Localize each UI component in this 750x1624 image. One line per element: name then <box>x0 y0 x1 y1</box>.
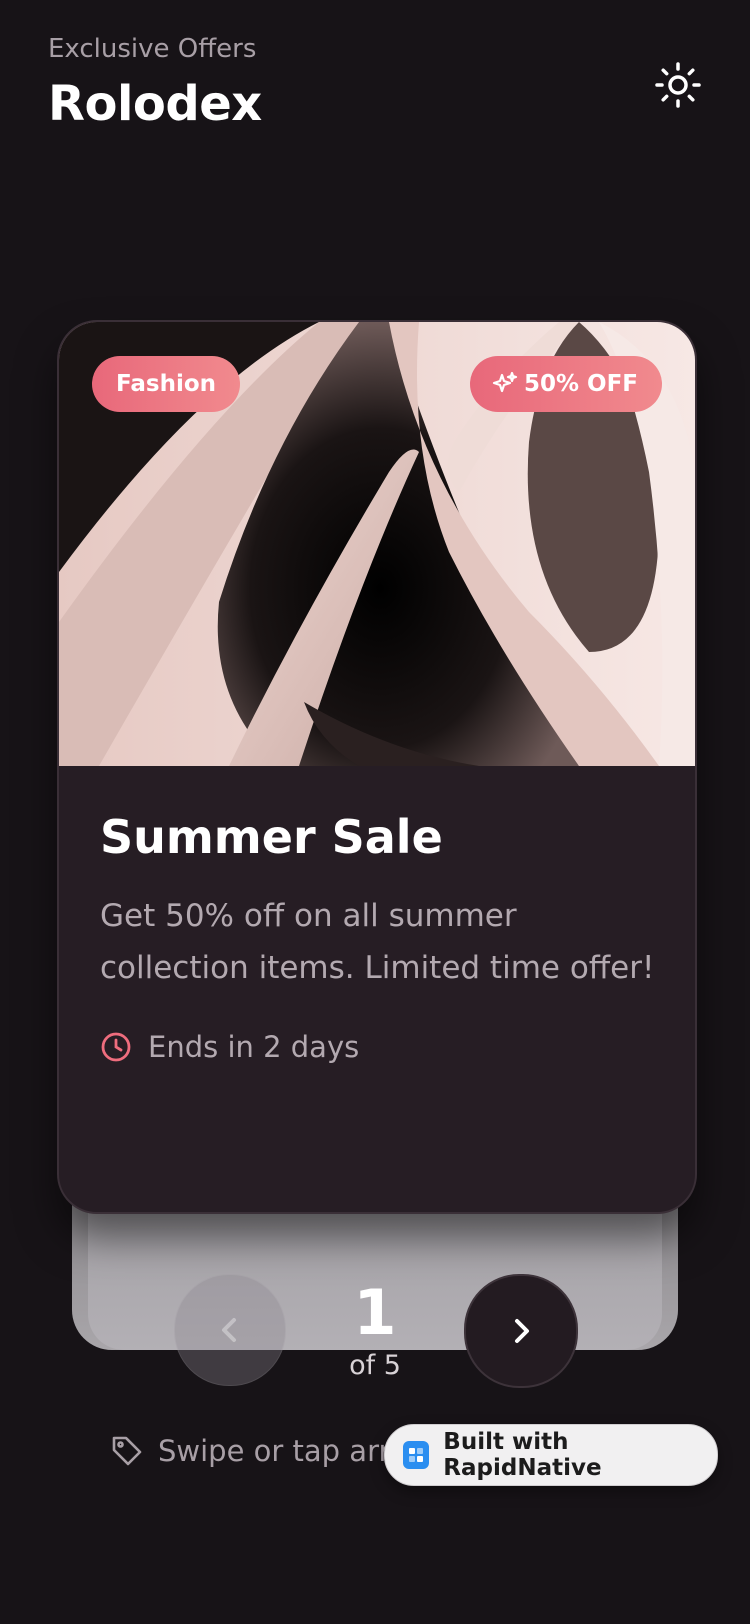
swipe-hint: Swipe or tap arro <box>110 1434 408 1468</box>
prev-button[interactable] <box>174 1274 286 1386</box>
swipe-hint-text: Swipe or tap arro <box>158 1434 408 1468</box>
offer-card[interactable]: Fashion 50% OFF Summer Sale Get 50% off … <box>57 320 697 1214</box>
discount-badge: 50% OFF <box>469 356 662 412</box>
discount-label: 50% OFF <box>523 371 638 397</box>
header-subtitle: Exclusive Offers <box>48 34 257 64</box>
built-with-label: Built with RapidNative <box>443 1429 602 1481</box>
chevron-left-icon <box>222 1318 236 1342</box>
theme-toggle-button[interactable] <box>648 58 708 112</box>
offer-expiry: Ends in 2 days <box>100 1030 359 1064</box>
clock-icon <box>101 1032 131 1062</box>
tag-icon <box>112 1436 142 1466</box>
page-current: 1 <box>353 1276 397 1349</box>
category-badge: Fashion <box>92 356 241 412</box>
built-with-badge[interactable]: Built with RapidNative <box>384 1424 718 1486</box>
sun-icon <box>655 62 701 108</box>
page-total: of 5 <box>349 1350 401 1381</box>
offer-expiry-label: Ends in 2 days <box>148 1030 360 1064</box>
offer-title: Summer Sale <box>100 810 443 864</box>
sparkles-icon <box>492 371 518 393</box>
chevron-right-icon <box>515 1319 529 1343</box>
next-button[interactable] <box>464 1274 578 1388</box>
rapidnative-logo-icon <box>403 1441 430 1469</box>
offer-description: Get 50% off on all summer collection ite… <box>100 898 655 986</box>
page-title: Rolodex <box>48 76 262 132</box>
